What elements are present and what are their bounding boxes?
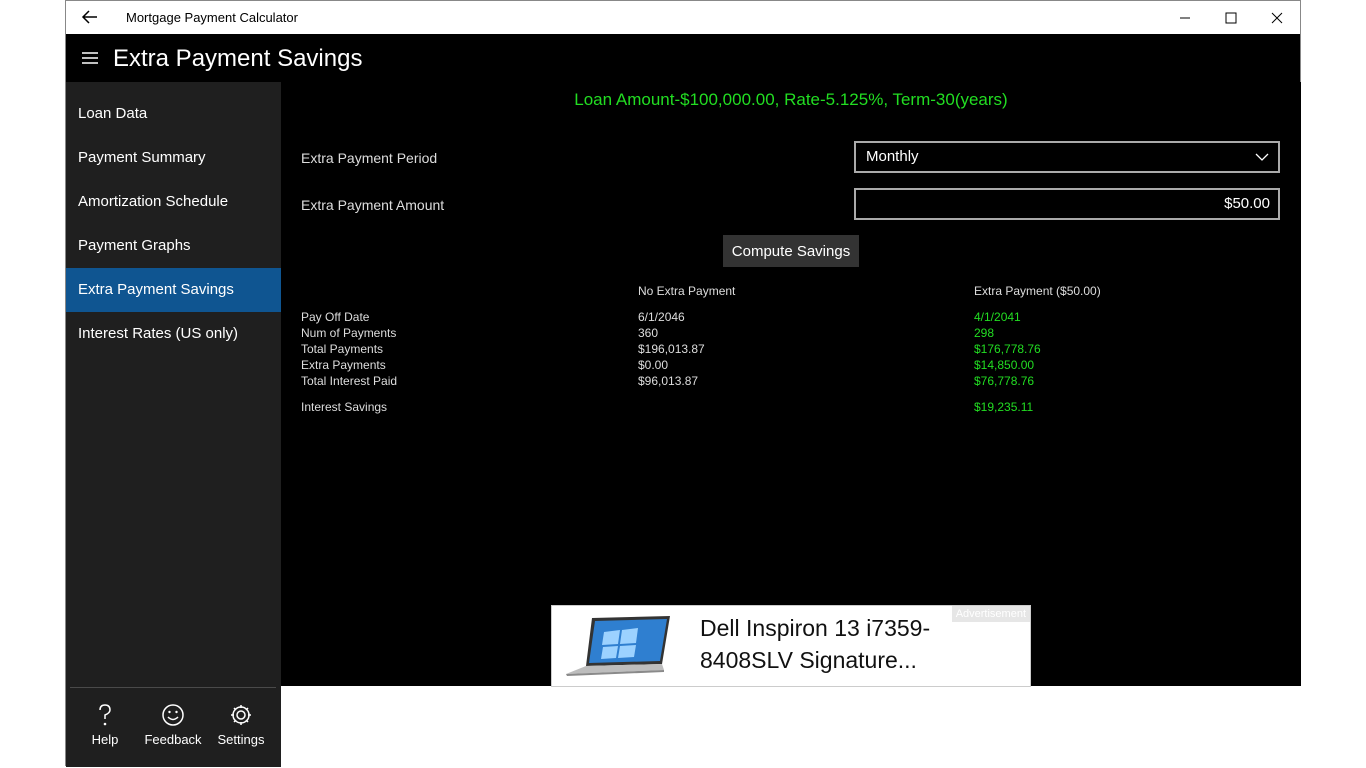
sidebar-nav: Loan Data Payment Summary Amortization S… <box>66 82 281 767</box>
help-button[interactable]: Help <box>75 702 135 762</box>
period-dropdown[interactable]: Monthly <box>854 141 1280 173</box>
row-extra-payoff: 4/1/2041 <box>974 310 1021 324</box>
title-bar: Mortgage Payment Calculator <box>66 1 1300 34</box>
row-label-payoff: Pay Off Date <box>301 310 370 324</box>
period-label: Extra Payment Period <box>301 150 438 166</box>
row-no-extra-payoff: 6/1/2046 <box>638 310 685 324</box>
sidebar-item-loan-data[interactable]: Loan Data <box>66 92 281 136</box>
smiley-icon <box>160 702 186 728</box>
settings-label: Settings <box>217 732 265 747</box>
row-label-extra-payments: Extra Payments <box>301 358 386 372</box>
row-no-extra-extra-payments: $0.00 <box>638 358 669 372</box>
interest-savings-value: $19,235.11 <box>974 400 1034 414</box>
col-header-no-extra: No Extra Payment <box>638 284 736 298</box>
row-no-extra-num-payments: 360 <box>638 326 659 340</box>
hamburger-menu-icon[interactable] <box>80 48 102 68</box>
settings-button[interactable]: Settings <box>211 702 271 762</box>
page-title: Extra Payment Savings <box>113 45 363 72</box>
feedback-label: Feedback <box>144 732 202 747</box>
loan-info-text: Loan Amount-$100,000.00, Rate-5.125%, Te… <box>574 90 1008 109</box>
row-extra-extra-payments: $14,850.00 <box>974 358 1035 372</box>
interest-savings-label: Interest Savings <box>301 400 388 414</box>
amount-input[interactable]: $50.00 <box>854 188 1280 220</box>
maximize-button[interactable] <box>1208 1 1254 34</box>
row-label-total-interest: Total Interest Paid <box>301 374 398 388</box>
page-header: Extra Payment Savings <box>66 34 1300 82</box>
col-header-extra: Extra Payment ($50.00) <box>974 284 1101 298</box>
sidebar-item-extra-payment-savings[interactable]: Extra Payment Savings <box>66 268 281 312</box>
row-extra-num-payments: 298 <box>974 326 995 340</box>
period-value: Monthly <box>866 148 919 165</box>
row-label-total-payments: Total Payments <box>301 342 384 356</box>
ad-text: Dell Inspiron 13 i7359-8408SLV Signature… <box>700 615 931 673</box>
minimize-button[interactable] <box>1162 1 1208 34</box>
row-no-extra-total-payments: $196,013.87 <box>638 342 705 356</box>
compute-savings-button[interactable]: Compute Savings <box>723 235 859 267</box>
window-title: Mortgage Payment Calculator <box>126 10 298 25</box>
sidebar-divider <box>70 687 276 688</box>
gear-icon <box>228 702 254 728</box>
help-label: Help <box>91 732 119 747</box>
help-icon <box>92 702 118 728</box>
row-label-num-payments: Num of Payments <box>301 326 397 340</box>
amount-label: Extra Payment Amount <box>301 197 445 213</box>
laptop-image-icon <box>564 614 679 679</box>
ad-badge: Advertisement <box>951 606 1030 622</box>
ad-banner[interactable]: Dell Inspiron 13 i7359-8408SLV Signature… <box>551 605 1031 687</box>
back-arrow-icon[interactable] <box>80 7 100 27</box>
sidebar-item-payment-graphs[interactable]: Payment Graphs <box>66 224 281 268</box>
sidebar-item-interest-rates[interactable]: Interest Rates (US only) <box>66 312 281 356</box>
chevron-down-icon <box>1254 149 1270 165</box>
row-extra-total-payments: $176,778.76 <box>974 342 1041 356</box>
ad-area <box>281 686 1301 767</box>
sidebar-item-payment-summary[interactable]: Payment Summary <box>66 136 281 180</box>
row-no-extra-total-interest: $96,013.87 <box>638 374 699 388</box>
main-content: Loan Amount-$100,000.00, Rate-5.125%, Te… <box>281 82 1301 686</box>
sidebar-item-amortization-schedule[interactable]: Amortization Schedule <box>66 180 281 224</box>
row-extra-total-interest: $76,778.76 <box>974 374 1035 388</box>
feedback-button[interactable]: Feedback <box>143 702 203 762</box>
close-button[interactable] <box>1254 1 1300 34</box>
app-window: Mortgage Payment Calculator Extra Paymen… <box>65 0 1301 767</box>
